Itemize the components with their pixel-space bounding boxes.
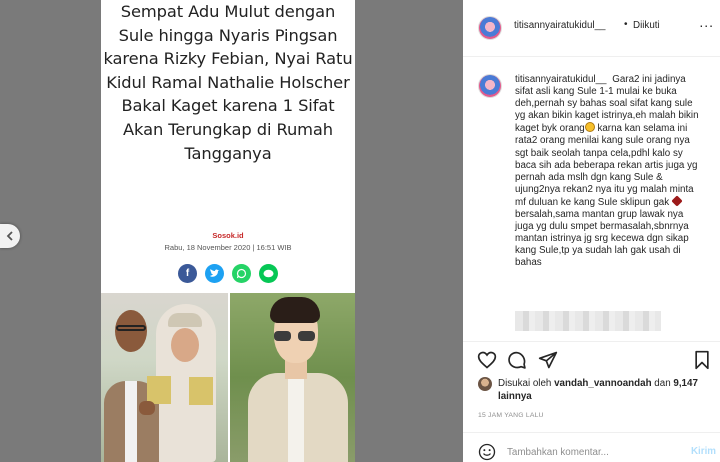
whatsapp-icon xyxy=(232,264,251,283)
bride-crown xyxy=(168,313,202,327)
liker-avatar[interactable] xyxy=(478,377,492,391)
twitter-icon xyxy=(205,264,224,283)
man-shirt xyxy=(288,378,304,462)
article-share-row: f xyxy=(101,264,355,283)
caption-text: karna kan selama ini rata2 orang menilai… xyxy=(515,123,698,208)
post-caption: titisannyairatukidul__ Gara2 ini jadinya… xyxy=(515,74,701,270)
send-icon[interactable] xyxy=(538,350,558,370)
more-options-button[interactable]: ... xyxy=(699,14,714,30)
likes-summary: Disukai oleh vandah_vannoandah dan 9,147… xyxy=(498,377,708,403)
line-icon xyxy=(259,264,278,283)
sunglasses xyxy=(274,331,316,341)
post-comment-button[interactable]: Kirim xyxy=(691,446,716,457)
smiley-icon[interactable] xyxy=(478,443,496,461)
heart-icon[interactable] xyxy=(477,350,497,370)
caption-username-link[interactable]: titisannyairatukidul__ xyxy=(515,74,607,85)
divider xyxy=(463,432,720,433)
article-date: Rabu, 18 November 2020 | 16:51 WIB xyxy=(164,243,292,252)
chevron-left-icon xyxy=(6,231,13,241)
groom-glasses xyxy=(116,325,146,331)
facebook-icon: f xyxy=(178,264,197,283)
liked-and: dan xyxy=(654,378,671,389)
liked-prefix: Disukai oleh xyxy=(498,378,552,389)
username-link[interactable]: titisannyairatukidul__ xyxy=(514,20,606,31)
likes-suffix: lainnya xyxy=(498,391,532,402)
caption-avatar[interactable] xyxy=(478,74,502,98)
wedding-photo xyxy=(101,293,228,462)
post-side-panel: titisannyairatukidul__ • Diikuti ... tit… xyxy=(463,0,720,462)
avatar[interactable] xyxy=(478,16,502,40)
bride-face xyxy=(171,328,199,362)
post-timestamp[interactable]: 15 JAM YANG LALU xyxy=(478,412,544,419)
article-headline: Sempat Adu Mulut dengan Sule hingga Nyar… xyxy=(103,2,353,163)
post-header: titisannyairatukidul__ • Diikuti ... xyxy=(463,0,720,57)
heart-emoji-icon xyxy=(671,195,683,207)
groom-head xyxy=(115,310,147,352)
comment-icon[interactable] xyxy=(507,350,527,370)
marriage-book xyxy=(147,376,171,404)
divider xyxy=(463,341,720,342)
likes-count: 9,147 xyxy=(673,378,698,389)
hand xyxy=(139,401,155,415)
grinning-emoji-icon xyxy=(584,122,595,133)
blurred-text xyxy=(515,311,661,331)
following-button[interactable]: Diikuti xyxy=(633,20,660,31)
groom-shirt xyxy=(125,381,137,462)
marriage-book xyxy=(189,377,213,405)
caption-text: bersalah,sama mantan grup lawak nya juga… xyxy=(515,209,689,269)
separator-dot: • xyxy=(624,19,628,30)
comment-input[interactable] xyxy=(507,445,682,459)
bookmark-icon[interactable] xyxy=(692,350,712,370)
man-hair xyxy=(270,297,320,323)
portrait-photo xyxy=(230,293,355,462)
article-source: Sosok.id xyxy=(212,231,244,240)
liker-username-link[interactable]: vandah_vannoandah xyxy=(554,378,651,389)
post-image[interactable]: Sempat Adu Mulut dengan Sule hingga Nyar… xyxy=(101,0,355,462)
